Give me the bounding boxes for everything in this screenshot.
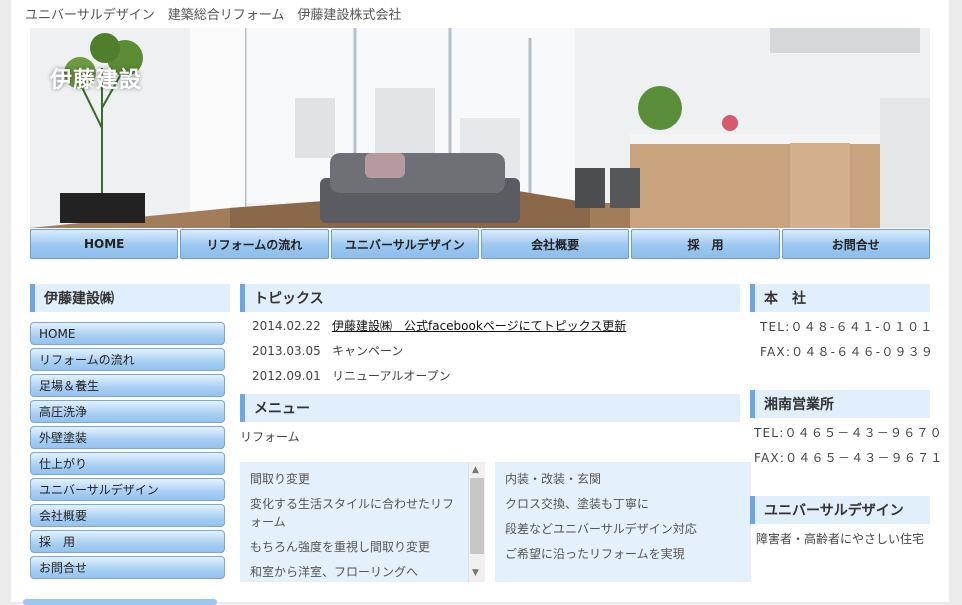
scrollbar[interactable]: ▲ ▼ — [468, 462, 485, 582]
menu-item: 和室から洋室、フローリングへ — [250, 565, 419, 579]
sidebar-item-contact[interactable]: お問合せ — [30, 556, 225, 579]
topic-row: 2012.09.01 リニューアルオープン — [252, 363, 752, 388]
global-nav: HOME リフォームの流れ ユニバーサルデザイン 会社概要 採 用 お問合せ — [30, 229, 930, 259]
site-logo[interactable]: 伊藤建設 — [50, 62, 142, 94]
hero-image — [30, 28, 930, 228]
sidebar-item-pressure-washing[interactable]: 高圧洗浄 — [30, 400, 225, 423]
menu-item: 変化する生活スタイルに合わせたリフォーム — [250, 497, 455, 529]
site-tagline: ユニバーサルデザイン 建築総合リフォーム 伊藤建設株式会社 — [25, 8, 402, 23]
scroll-down-icon[interactable]: ▼ — [472, 568, 479, 578]
topic-link[interactable]: 伊藤建設㈱ 公式facebookページにてトピックス更新 — [332, 317, 626, 334]
head-office-heading: 本 社 — [750, 284, 930, 312]
page: ユニバーサルデザイン 建築総合リフォーム 伊藤建設株式会社 伊藤建設 HOME … — [11, 0, 949, 605]
left-sidebar-heading: 伊藤建設㈱ — [30, 284, 230, 312]
topics-heading: トピックス — [240, 284, 740, 312]
topic-date: 2013.03.05 — [252, 343, 321, 358]
menu-scroll-box[interactable]: 間取り変更 変化する生活スタイルに合わせたリフォーム もちろん強度を重視し間取り… — [240, 462, 484, 582]
shonan-office-fax: FAX:０４６５－４３－９６７１ — [754, 451, 944, 465]
nav-company[interactable]: 会社概要 — [480, 229, 630, 259]
nav-recruit[interactable]: 採 用 — [631, 229, 780, 259]
nav-universal-design[interactable]: ユニバーサルデザイン — [330, 229, 479, 259]
topics-list: 2014.02.22 伊藤建設㈱ 公式facebookページにてトピックス更新 … — [252, 313, 752, 388]
scroll-up-icon[interactable]: ▲ — [472, 465, 479, 475]
sidebar-item-company[interactable]: 会社概要 — [30, 504, 225, 527]
menu-item: クロス交換、塗装も丁寧に — [505, 497, 650, 511]
menu-item: 段差などユニバーサルデザイン対応 — [505, 522, 697, 536]
topic-row: 2014.02.22 伊藤建設㈱ 公式facebookページにてトピックス更新 — [252, 313, 752, 338]
menu-intro: リフォーム — [240, 430, 300, 444]
universal-design-text: 障害者・高齢者にやさしい住宅 — [756, 532, 925, 546]
sidebar-item-finish[interactable]: 仕上がり — [30, 452, 225, 475]
topic-date: 2012.09.01 — [252, 368, 321, 383]
nav-contact[interactable]: お問合せ — [781, 229, 930, 259]
hero-banner: 伊藤建設 — [30, 28, 930, 228]
menu-right-box: 内装・改装・玄関 クロス交換、塗装も丁寧に 段差などユニバーサルデザイン対応 ご… — [495, 462, 751, 582]
sidebar-item-recruit[interactable]: 採 用 — [30, 530, 225, 553]
menu-heading: メニュー — [240, 394, 740, 422]
left-sidebar-menu: HOME リフォームの流れ 足場＆養生 高圧洗浄 外壁塗装 仕上がり ユニバーサ… — [30, 322, 225, 582]
shonan-office-heading: 湘南営業所 — [750, 390, 930, 418]
topic-row: 2013.03.05 キャンペーン — [252, 338, 752, 363]
menu-item: もちろん強度を重視し間取り変更 — [250, 540, 431, 554]
universal-design-heading: ユニバーサルデザイン — [750, 496, 930, 524]
sidebar-item-scaffolding[interactable]: 足場＆養生 — [30, 374, 225, 397]
topic-text: リニューアルオープン — [332, 369, 451, 383]
sidebar-bottom-edge — [23, 599, 217, 605]
sidebar-item-exterior-painting[interactable]: 外壁塗装 — [30, 426, 225, 449]
menu-item: 内装・改装・玄関 — [505, 472, 602, 486]
scrollbar-thumb[interactable] — [470, 478, 484, 554]
nav-home[interactable]: HOME — [30, 229, 179, 259]
sidebar-item-universal-design[interactable]: ユニバーサルデザイン — [30, 478, 225, 501]
head-office-fax: FAX:０４８-６４６-０９３９ — [760, 345, 935, 359]
sidebar-item-reform-flow[interactable]: リフォームの流れ — [30, 348, 225, 371]
nav-reform-flow[interactable]: リフォームの流れ — [180, 229, 329, 259]
menu-right-list: 内装・改装・玄関 クロス交換、塗装も丁寧に 段差などユニバーサルデザイン対応 ご… — [505, 470, 697, 570]
menu-item: ご希望に沿ったリフォームを実現 — [505, 547, 685, 561]
menu-left-list: 間取り変更 変化する生活スタイルに合わせたリフォーム もちろん強度を重視し間取り… — [250, 470, 460, 582]
sidebar-item-home[interactable]: HOME — [30, 322, 225, 345]
topic-text: キャンペーン — [332, 344, 404, 358]
shonan-office-tel: TEL:０４６５－４３－９６７０ — [754, 426, 943, 440]
topic-date: 2014.02.22 — [252, 318, 321, 333]
menu-item: 間取り変更 — [250, 472, 311, 486]
head-office-tel: TEL:０４８-６４１-０１０１ — [760, 320, 934, 334]
